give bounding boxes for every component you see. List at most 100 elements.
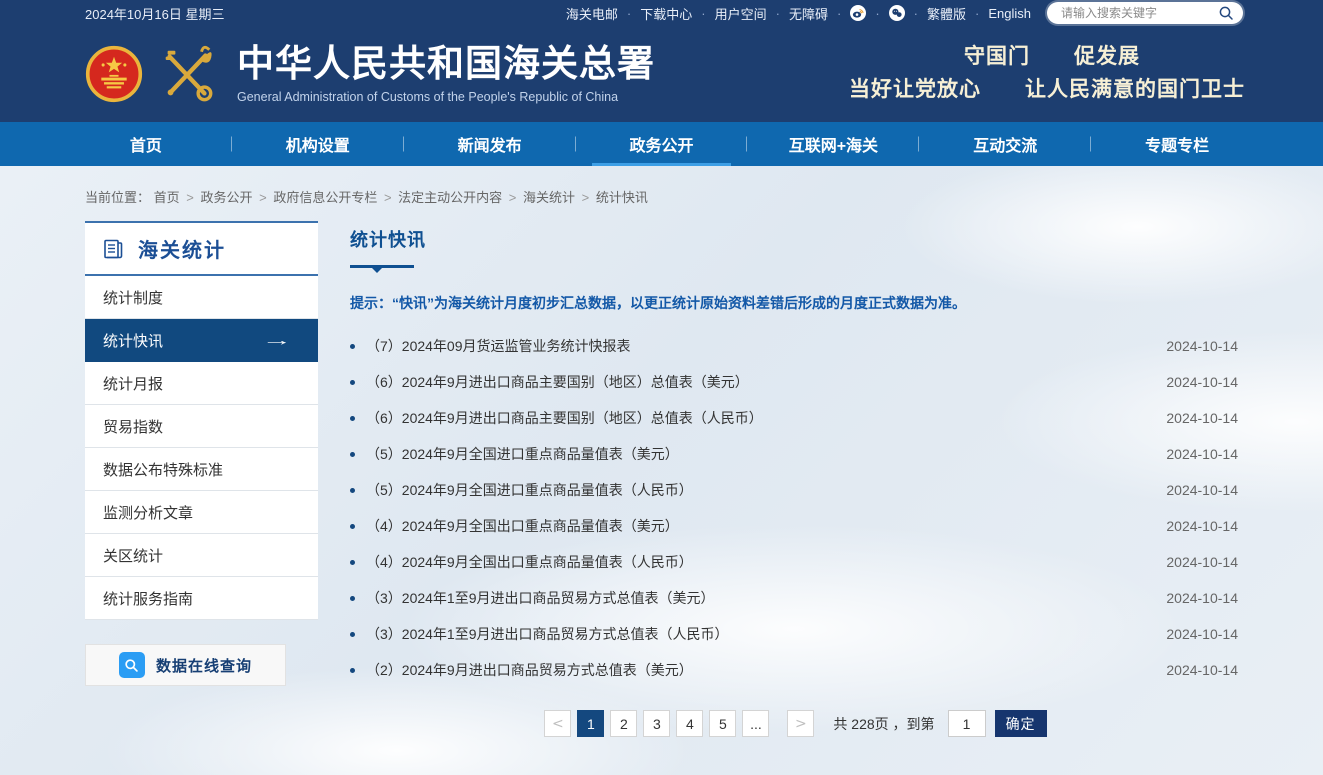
news-link[interactable]: （5）2024年9月全国进口重点商品量值表（人民币） <box>366 480 1146 500</box>
sidebar-item[interactable]: 统计服务指南 <box>85 577 318 620</box>
nav-item[interactable]: 新闻发布 <box>404 122 576 166</box>
pagination: < 12345... > 共 228页 ，到第 确定 <box>350 710 1238 737</box>
data-query-button[interactable]: 数据在线查询 <box>85 644 286 686</box>
slogan-line-1: 守国门 促发展 <box>849 41 1245 74</box>
news-link[interactable]: （3）2024年1至9月进出口商品贸易方式总值表（美元） <box>366 588 1146 608</box>
nav-item-label: 互联网+海关 <box>789 132 878 156</box>
bullet-icon <box>350 416 355 421</box>
active-arrow-icon <box>261 332 292 348</box>
sidebar-item[interactable]: 数据公布特殊标准 <box>85 448 318 491</box>
nav-item-label: 新闻发布 <box>458 132 522 156</box>
site-subtitle: General Administration of Customs of the… <box>237 90 655 104</box>
news-date: 2024-10-14 <box>1166 482 1238 498</box>
nav-item[interactable]: 政务公开 <box>576 122 748 166</box>
news-link[interactable]: （4）2024年9月全国出口重点商品量值表（人民币） <box>366 552 1146 572</box>
nav-item[interactable]: 机构设置 <box>232 122 404 166</box>
breadcrumb-link[interactable]: 政务公开 <box>200 190 273 205</box>
page-title: 统计快讯 <box>350 226 1238 252</box>
topbar-link[interactable]: 海关电邮 <box>566 4 640 23</box>
topbar-link[interactable]: 用户空间 <box>715 4 789 23</box>
topbar-links: 海关电邮下载中心用户空间无障碍 繁體版English <box>566 2 1243 24</box>
page-number-button[interactable]: 3 <box>643 710 670 737</box>
nav-item-label: 政务公开 <box>630 132 694 156</box>
nav-item[interactable]: 互联网+海关 <box>747 122 919 166</box>
list-item: （7）2024年09月货运监管业务统计快报表 2024-10-14 <box>350 328 1238 364</box>
news-link[interactable]: （6）2024年9月进出口商品主要国别（地区）总值表（人民币） <box>366 408 1146 428</box>
news-link[interactable]: （3）2024年1至9月进出口商品贸易方式总值表（人民币） <box>366 624 1146 644</box>
bullet-icon <box>350 344 355 349</box>
news-date: 2024-10-14 <box>1166 626 1238 642</box>
news-link[interactable]: （5）2024年9月全国进口重点商品量值表（美元） <box>366 444 1146 464</box>
page: 2024年10月16日 星期三 海关电邮下载中心用户空间无障碍 繁體版Engli… <box>0 0 1323 775</box>
nav-item[interactable]: 互动交流 <box>919 122 1091 166</box>
breadcrumb-link[interactable]: 政府信息公开专栏 <box>273 190 398 205</box>
nav-item-label: 机构设置 <box>286 132 350 156</box>
news-link[interactable]: （4）2024年9月全国出口重点商品量值表（美元） <box>366 516 1146 536</box>
list-item: （4）2024年9月全国出口重点商品量值表（美元） 2024-10-14 <box>350 508 1238 544</box>
weibo-icon[interactable] <box>850 5 888 21</box>
news-date: 2024-10-14 <box>1166 410 1238 426</box>
sidebar-title: 海关统计 <box>138 234 226 263</box>
sidebar-item[interactable]: 监测分析文章 <box>85 491 318 534</box>
sidebar-item-label: 统计月报 <box>103 373 163 394</box>
breadcrumb-label: 当前位置： <box>85 190 150 205</box>
total-pages-text: 共 228页 ，到第 <box>833 714 934 734</box>
breadcrumb-link[interactable]: 统计快讯 <box>596 190 648 205</box>
doc-icon <box>101 237 125 261</box>
search-icon[interactable] <box>1218 5 1234 21</box>
wechat-icon[interactable] <box>889 5 927 21</box>
site-title: 中华人民共和国海关总署 <box>237 44 655 85</box>
news-link[interactable]: （6）2024年9月进出口商品主要国别（地区）总值表（美元） <box>366 372 1146 392</box>
title-underline <box>350 265 414 268</box>
list-item: （3）2024年1至9月进出口商品贸易方式总值表（人民币） 2024-10-14 <box>350 616 1238 652</box>
data-query-label: 数据在线查询 <box>156 655 252 676</box>
news-date: 2024-10-14 <box>1166 554 1238 570</box>
language-link[interactable]: 繁體版 <box>927 4 988 23</box>
page-number-button[interactable]: 4 <box>676 710 703 737</box>
news-link[interactable]: （7）2024年09月货运监管业务统计快报表 <box>366 336 1146 356</box>
sidebar-item-label: 贸易指数 <box>103 416 163 437</box>
search-box <box>1047 2 1243 24</box>
sidebar-item[interactable]: 统计快讯 <box>85 319 318 362</box>
sidebar-item[interactable]: 贸易指数 <box>85 405 318 448</box>
bullet-icon <box>350 632 355 637</box>
language-link[interactable]: English <box>988 6 1031 21</box>
bullet-icon <box>350 560 355 565</box>
main-nav: 首页 机构设置 新闻发布 政务公开 互联网+海关 互动交流 专题专栏 <box>0 122 1323 166</box>
sidebar-item-label: 统计服务指南 <box>103 588 193 609</box>
prev-page-button[interactable]: < <box>544 710 571 737</box>
nav-item-label: 专题专栏 <box>1145 132 1209 156</box>
page-number-button[interactable]: 2 <box>610 710 637 737</box>
page-number-button[interactable]: 1 <box>577 710 604 737</box>
list-item: （3）2024年1至9月进出口商品贸易方式总值表（美元） 2024-10-14 <box>350 580 1238 616</box>
search-input[interactable] <box>1059 5 1218 21</box>
nav-item-label: 互动交流 <box>973 132 1037 156</box>
jump-page-input[interactable] <box>948 710 986 737</box>
breadcrumb-link[interactable]: 首页 <box>154 190 201 205</box>
notice-text: 提示：“快讯”为海关统计月度初步汇总数据，以更正统计原始资料差错后形成的月度正式… <box>350 293 1238 313</box>
breadcrumb-link[interactable]: 海关统计 <box>523 190 596 205</box>
news-date: 2024-10-14 <box>1166 446 1238 462</box>
topbar-link[interactable]: 下载中心 <box>640 4 714 23</box>
nav-item-label: 首页 <box>130 132 162 156</box>
next-page-button[interactable]: > <box>787 710 814 737</box>
bullet-icon <box>350 596 355 601</box>
page-number-button[interactable]: ... <box>742 710 769 737</box>
topbar-link[interactable]: 无障碍 <box>789 4 850 23</box>
sidebar-item[interactable]: 关区统计 <box>85 534 318 577</box>
bullet-icon <box>350 452 355 457</box>
sidebar-item[interactable]: 统计月报 <box>85 362 318 405</box>
list-item: （5）2024年9月全国进口重点商品量值表（人民币） 2024-10-14 <box>350 472 1238 508</box>
nav-item[interactable]: 首页 <box>60 122 232 166</box>
nav-item[interactable]: 专题专栏 <box>1091 122 1263 166</box>
bullet-icon <box>350 488 355 493</box>
breadcrumb-link[interactable]: 法定主动公开内容 <box>398 190 523 205</box>
list-item: （5）2024年9月全国进口重点商品量值表（美元） 2024-10-14 <box>350 436 1238 472</box>
sidebar-item[interactable]: 统计制度 <box>85 276 318 319</box>
confirm-button[interactable]: 确定 <box>995 710 1047 737</box>
bullet-icon <box>350 380 355 385</box>
page-number-button[interactable]: 5 <box>709 710 736 737</box>
slogan-line-2: 当好让党放心 让人民满意的国门卫士 <box>849 74 1245 107</box>
news-link[interactable]: （2）2024年9月进出口商品贸易方式总值表（美元） <box>366 660 1146 680</box>
content-area: 当前位置： 首页政务公开政府信息公开专栏法定主动公开内容海关统计统计快讯 海关统… <box>0 166 1323 775</box>
